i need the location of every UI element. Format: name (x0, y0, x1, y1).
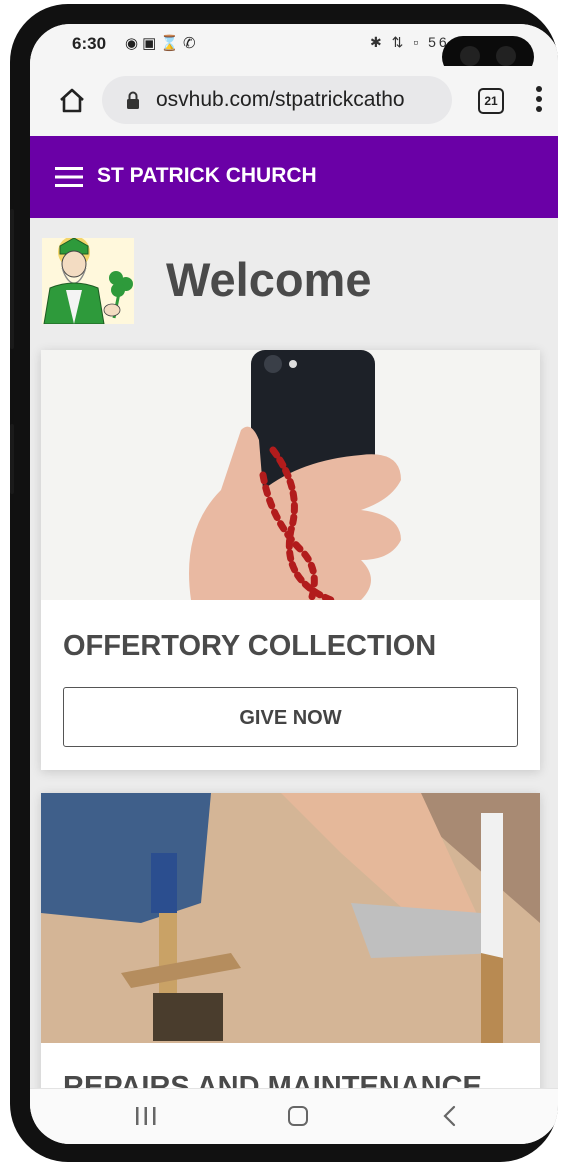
hourglass-icon: ⌛ (160, 35, 183, 52)
system-icons: ✱ ⇅ ▫ 56 (370, 34, 450, 51)
home-icon[interactable] (58, 86, 86, 114)
data-icon: ⇅ (391, 34, 407, 50)
repairs-card: REPAIRS AND MAINTENANCE (41, 793, 540, 1088)
recent-apps-icon[interactable] (134, 1101, 158, 1131)
church-logo (42, 236, 134, 325)
signal-icon: ▫ (413, 34, 422, 50)
status-time: 6:30 (72, 34, 107, 53)
bluetooth-icon: ✱ (370, 34, 385, 50)
page-title: Welcome (166, 253, 372, 306)
notification-icons: ◉▣⌛✆ (125, 34, 200, 52)
offertory-image (41, 350, 540, 600)
url-text: osvhub.com/stpatrickcatho (156, 88, 405, 111)
give-now-button[interactable]: GIVE NOW (63, 687, 518, 747)
site-header: ST PATRICK CHURCH (30, 136, 558, 218)
card-title: REPAIRS AND MAINTENANCE (63, 1071, 482, 1088)
back-icon[interactable] (438, 1101, 462, 1131)
status-bar: 6:30 ◉▣⌛✆ ✱ ⇅ ▫ 56 (30, 24, 558, 78)
phone-screen: 6:30 ◉▣⌛✆ ✱ ⇅ ▫ 56 osvhub.com/stpatrickc… (30, 24, 558, 1144)
hamburger-menu-icon[interactable] (55, 166, 83, 188)
card-title: OFFERTORY COLLECTION (63, 630, 437, 662)
main-content: Welcome OFFERTORY COLLECTION GIVE NOW RE… (30, 218, 558, 1088)
power-button (10, 424, 14, 494)
browser-toolbar: osvhub.com/stpatrickcatho 21 (30, 66, 558, 136)
whatsapp-icon: ✆ (182, 35, 200, 52)
saint-patrick-illustration (42, 236, 134, 325)
system-navigation-bar (30, 1088, 558, 1144)
spotify-icon: ◉ (125, 35, 143, 52)
tab-switcher-button[interactable]: 21 (478, 88, 504, 114)
more-menu-icon[interactable] (535, 84, 543, 114)
address-bar[interactable]: osvhub.com/stpatrickcatho (102, 76, 452, 124)
home-button-icon[interactable] (286, 1101, 310, 1131)
site-title[interactable]: ST PATRICK CHURCH (97, 164, 317, 188)
repairs-image (41, 793, 540, 1043)
instagram-icon: ▣ (142, 35, 161, 52)
lock-icon (127, 91, 139, 109)
phone-frame: 6:30 ◉▣⌛✆ ✱ ⇅ ▫ 56 osvhub.com/stpatrickc… (10, 4, 558, 1162)
offertory-card: OFFERTORY COLLECTION GIVE NOW (41, 350, 540, 770)
volume-button (10, 209, 14, 349)
